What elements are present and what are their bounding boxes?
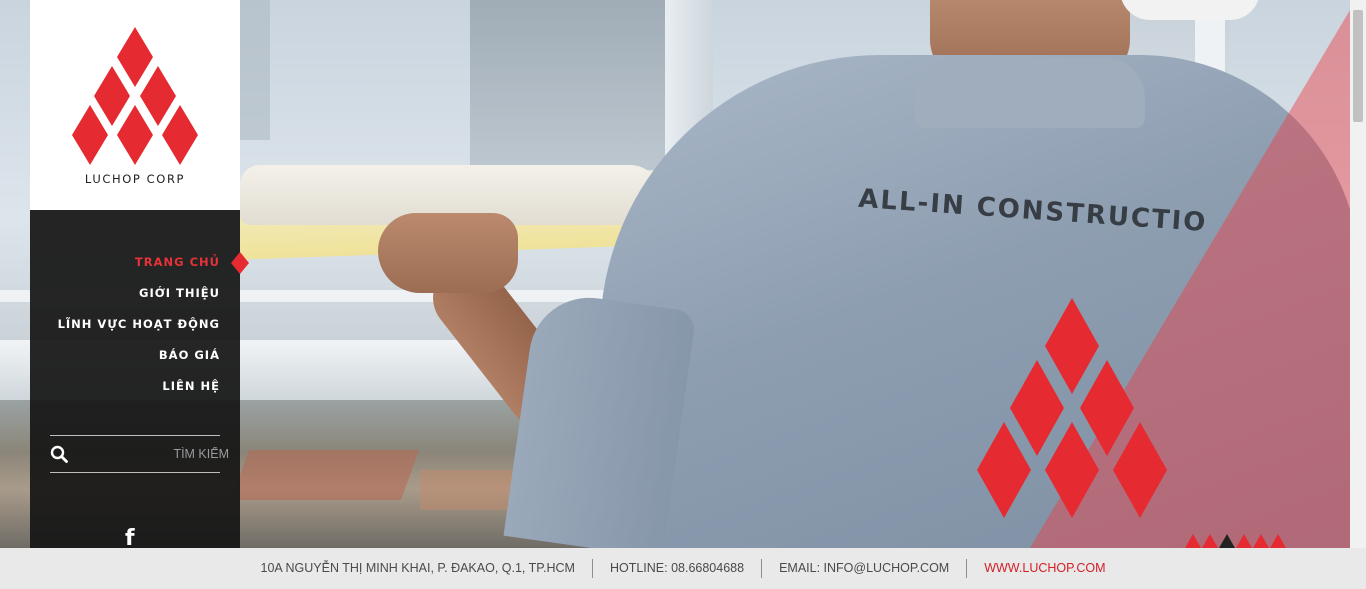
background-building [240,0,270,140]
scrollbar[interactable] [1350,0,1366,548]
rooftop [230,450,420,500]
scroll-thumb[interactable] [1353,10,1363,122]
worker-hand [378,213,518,293]
search-icon[interactable] [50,444,68,464]
nav-item-gioi-thieu[interactable]: GIỚI THIỆU [30,278,240,309]
footer-hotline[interactable]: HOTLINE: 08.66804688 [591,559,761,578]
slider-dots [1185,534,1286,548]
worker-shirt [600,55,1350,548]
worker-helmet [1120,0,1260,20]
facebook-icon[interactable]: f [125,528,135,550]
sidebar-lower: f [30,403,240,550]
nav-item-linh-vuc-hoat-dong[interactable]: LĨNH VỰC HOẠT ĐỘNG [30,309,240,340]
slider-dot[interactable] [1253,534,1269,548]
footer-address: 10A NGUYỄN THỊ MINH KHAI, P. ĐAKAO, Q.1,… [260,561,575,575]
footer-email[interactable]: EMAIL: INFO@LUCHOP.COM [761,559,966,578]
nav-item-label: TRANG CHỦ [134,255,220,269]
footer-website-link[interactable]: WWW.LUCHOP.COM [966,559,1122,578]
nav-item-label: GIỚI THIỆU [139,286,220,300]
logo-text: LUCHOP CORP [84,172,186,186]
nav-item-bao-gia[interactable]: BÁO GIÁ [30,340,240,371]
nav-item-label: LĨNH VỰC HOẠT ĐỘNG [57,317,220,331]
overlay-logo-mark [977,298,1167,518]
active-diamond-icon [231,252,249,274]
slider-dot[interactable] [1185,534,1201,548]
slider-dot-active[interactable] [1219,534,1235,548]
slider-dot[interactable] [1236,534,1252,548]
logo[interactable]: LUCHOP CORP [30,0,240,210]
worker-collar [915,58,1145,128]
sidebar: LUCHOP CORP TRANG CHỦ GIỚI THIỆU LĨNH VỰ… [30,0,249,550]
search-input[interactable] [68,447,229,461]
background-building [470,0,670,170]
logo-mark [72,27,198,165]
nav-item-trang-chu[interactable]: TRANG CHỦ [30,247,249,278]
nav-item-label: BÁO GIÁ [158,348,220,362]
nav-item-lien-he[interactable]: LIÊN HỆ [30,371,240,402]
main-nav: TRANG CHỦ GIỚI THIỆU LĨNH VỰC HOẠT ĐỘNG … [30,210,249,403]
nav-item-label: LIÊN HỆ [162,379,220,393]
slider-dot[interactable] [1202,534,1218,548]
search-box [50,435,229,473]
slider-dot[interactable] [1270,534,1286,548]
footer-contact-bar: 10A NGUYỄN THỊ MINH KHAI, P. ĐAKAO, Q.1,… [0,548,1366,589]
